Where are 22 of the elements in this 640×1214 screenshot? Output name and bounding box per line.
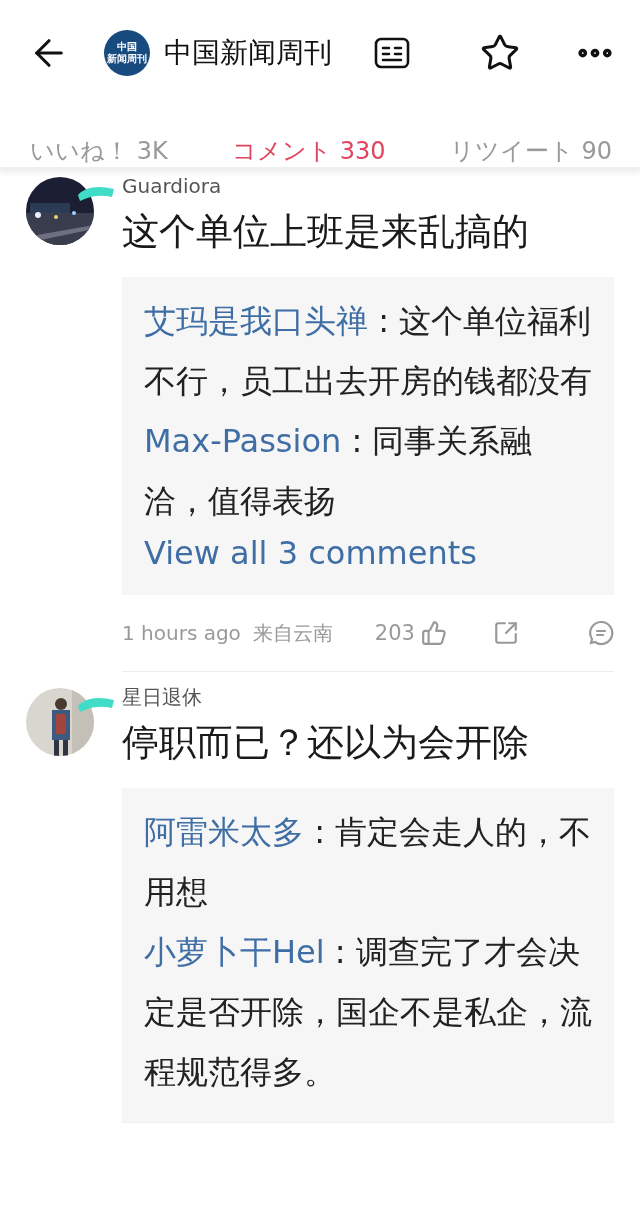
star-icon[interactable] bbox=[480, 32, 520, 73]
username[interactable]: 星日退休 bbox=[122, 686, 202, 708]
thumbs-up-icon[interactable] bbox=[420, 620, 447, 646]
reply-text: 阿雷米太多 : 肯定会走人的，不用想 bbox=[144, 812, 592, 913]
comment-text: 这个单位上班是来乱搞的 bbox=[122, 209, 530, 255]
view-all-link[interactable]: View all 3 comments bbox=[144, 531, 592, 575]
comment-text: 停职而已？还以为会开除 bbox=[122, 720, 530, 766]
comment-time: 1 hours ago bbox=[122, 621, 241, 645]
tab[interactable]: コメント 330 bbox=[232, 135, 386, 167]
like-count: 203 bbox=[374, 621, 415, 645]
reply-text: 小萝卜干Hel : 调查完了才会决定是否开除，国企不是私企，流程规范得多。 bbox=[144, 932, 592, 1093]
channel-title: 中国新闻周刊 bbox=[164, 34, 333, 71]
tab[interactable]: いいね！ 3K bbox=[30, 135, 168, 167]
reply-text: 艾玛是我口头禅 : 这个单位福利不行，员工出去开房的钱都没有 bbox=[144, 301, 592, 402]
comment-icon[interactable] bbox=[588, 620, 614, 646]
username[interactable]: Guardiora bbox=[122, 175, 222, 197]
reader-icon[interactable] bbox=[374, 36, 410, 69]
tab[interactable]: リツイート 90 bbox=[449, 135, 612, 167]
share-icon[interactable] bbox=[492, 620, 519, 646]
reply-text: Max-Passion : 同事关系融洽，值得表扬 bbox=[144, 421, 534, 522]
logo: 中国 新闻周刊 bbox=[104, 29, 150, 76]
comment-location: 来自云南 bbox=[252, 619, 333, 647]
